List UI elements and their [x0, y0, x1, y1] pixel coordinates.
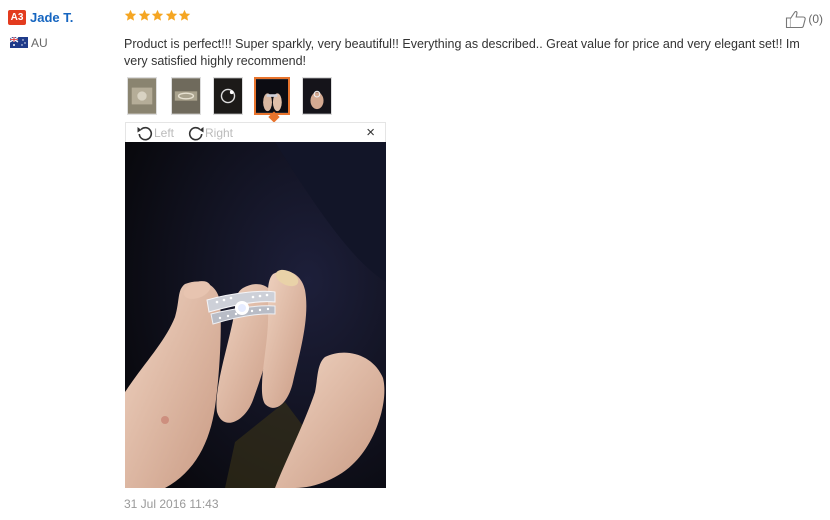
close-viewer-button[interactable]: × [366, 123, 375, 143]
star-icon [178, 9, 191, 21]
star-icon [151, 9, 164, 21]
photo-thumbnail[interactable] [127, 77, 157, 115]
photo-thumbnail[interactable] [213, 77, 243, 115]
photo-thumbnail[interactable] [171, 77, 201, 115]
rotate-left-label: Left [154, 126, 175, 140]
rotate-right-label: Right [205, 126, 234, 140]
star-icon [124, 9, 137, 21]
star-rating [124, 9, 192, 24]
reviewer-name[interactable]: Jade T. [30, 10, 73, 25]
helpful-vote[interactable]: (0) [785, 9, 823, 29]
star-icon [138, 9, 150, 21]
country-row: AU [8, 35, 118, 50]
rotate-left-icon [137, 126, 153, 141]
helpful-count: (0) [808, 12, 823, 26]
review-text: Product is perfect!!! Super sparkly, ver… [124, 37, 800, 68]
photo-thumbnail-active[interactable] [254, 77, 290, 115]
reviewer-info: A3 Jade T. AU [8, 9, 118, 50]
rotate-right-icon [188, 126, 204, 141]
image-viewer-toolbar: Left Right × [125, 122, 386, 142]
photo-thumbnail[interactable] [302, 77, 332, 115]
buyer-level-badge: A3 [8, 10, 26, 26]
rotate-right-button[interactable]: Right [187, 124, 233, 142]
review-photo-large [125, 142, 386, 488]
rotate-left-button[interactable]: Left [136, 124, 174, 142]
thumbs-up-icon[interactable] [785, 9, 807, 29]
star-icon [165, 9, 177, 21]
reviewer-country: AU [31, 35, 48, 50]
australia-flag-icon [10, 37, 28, 49]
review-timestamp: 31 Jul 2016 11:43 [124, 497, 219, 511]
